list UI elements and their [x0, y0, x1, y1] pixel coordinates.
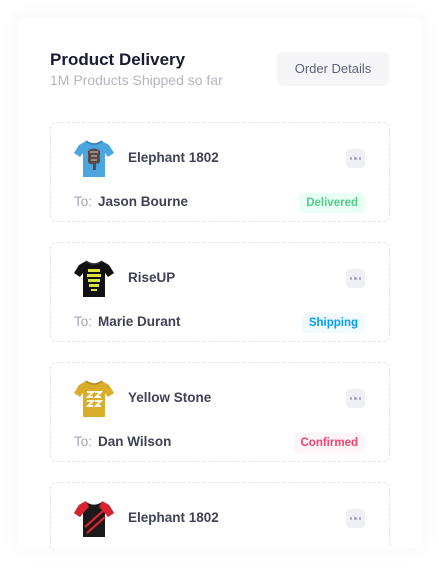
product-name[interactable]: RiseUP [128, 270, 175, 285]
card-subtitle: 1M Products Shipped so far [50, 72, 223, 88]
delivery-list: Elephant 1802 To: Jason Bourne Delivered [50, 122, 390, 548]
status-badge: Shipping [301, 313, 365, 333]
more-options-button[interactable] [346, 269, 365, 288]
dot-icon [358, 277, 362, 280]
dot-icon [349, 157, 353, 160]
to-label: To: [74, 194, 93, 209]
product-name[interactable]: Yellow Stone [128, 390, 211, 405]
recipient-row: To: Marie Durant [74, 314, 181, 329]
more-options-button[interactable] [346, 389, 365, 408]
dot-icon [354, 277, 357, 280]
dot-icon [358, 157, 362, 160]
delivery-item: RiseUP To: Marie Durant Shipping [50, 242, 390, 342]
more-options-button[interactable] [346, 509, 365, 528]
tshirt-icon[interactable] [73, 137, 115, 179]
delivery-item: Elephant 1802 To: Jason Bourne Delivered [50, 122, 390, 222]
delivery-item: Elephant 1802 [50, 482, 390, 548]
dot-icon [358, 517, 362, 520]
product-delivery-card: Product Delivery 1M Products Shipped so … [17, 17, 422, 548]
status-badge: Delivered [299, 193, 365, 213]
dot-icon [358, 397, 362, 400]
recipient-row: To: Jason Bourne [74, 194, 188, 209]
order-details-button[interactable]: Order Details [277, 52, 389, 86]
tshirt-icon[interactable] [73, 377, 115, 419]
dot-icon [349, 277, 353, 280]
card-title: Product Delivery [50, 50, 186, 69]
more-options-button[interactable] [346, 149, 365, 168]
recipient-name: Jason Bourne [98, 194, 189, 209]
card-header: Product Delivery 1M Products Shipped so … [50, 50, 389, 90]
tshirt-icon[interactable] [73, 497, 115, 539]
dot-icon [349, 397, 353, 400]
dot-icon [354, 157, 357, 160]
to-label: To: [74, 314, 93, 329]
product-name[interactable]: Elephant 1802 [128, 510, 219, 525]
recipient-name: Marie Durant [98, 314, 181, 329]
recipient-name: Dan Wilson [98, 434, 172, 449]
tshirt-icon[interactable] [73, 257, 115, 299]
dot-icon [354, 397, 357, 400]
delivery-item: Yellow Stone To: Dan Wilson Confirmed [50, 362, 390, 462]
dot-icon [349, 517, 353, 520]
dot-icon [354, 517, 357, 520]
status-badge: Confirmed [293, 433, 365, 453]
to-label: To: [74, 434, 93, 449]
recipient-row: To: Dan Wilson [74, 434, 171, 449]
product-name[interactable]: Elephant 1802 [128, 150, 219, 165]
